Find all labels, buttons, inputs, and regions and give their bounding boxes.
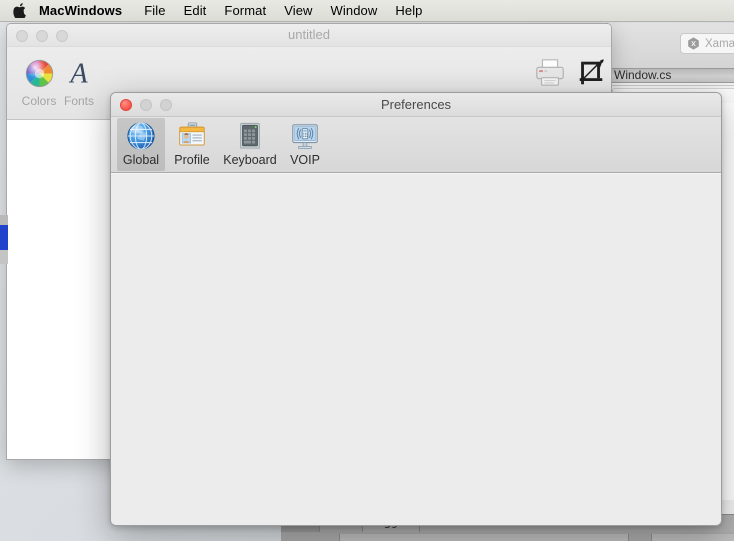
- xamarin-search-pill[interactable]: Xamar: [680, 33, 734, 54]
- font-a-icon: A: [51, 53, 107, 93]
- prefs-tab-label-keyboard: Keyboard: [223, 153, 277, 167]
- menu-item-format[interactable]: Format: [215, 0, 275, 22]
- preferences-content-pane[interactable]: [111, 173, 721, 525]
- voip-phone-icon: [289, 120, 321, 152]
- screen-root: Xamar Window.cs olo ew Mak inc oll ext t…: [0, 0, 734, 541]
- keypad-icon: [234, 120, 266, 152]
- prefs-tab-profile[interactable]: Profile: [167, 118, 217, 171]
- document-title: untitled: [288, 27, 330, 42]
- preferences-window[interactable]: Preferences Global Profile Keyboard VOIP: [110, 92, 722, 526]
- toolbar-label-fonts: Fonts: [63, 94, 94, 108]
- preferences-title: Preferences: [380, 97, 452, 112]
- crop-resize-icon: [563, 53, 611, 93]
- ide-tab-underline: [607, 85, 734, 86]
- menu-app-name[interactable]: MacWindows: [39, 0, 135, 22]
- left-scroll-track-top: [0, 215, 8, 225]
- preferences-titlebar[interactable]: Preferences: [111, 93, 721, 117]
- menu-bar: MacWindows File Edit Format View Window …: [0, 0, 734, 22]
- id-card-icon: [176, 120, 208, 152]
- ide-open-file-tab[interactable]: Window.cs: [614, 68, 671, 82]
- menu-item-window[interactable]: Window: [322, 0, 387, 22]
- left-scroll-thumb[interactable]: [0, 225, 8, 250]
- prefs-tab-label-voip: VOIP: [290, 153, 320, 167]
- prefs-tab-global[interactable]: Global: [117, 118, 165, 171]
- toolbar-button-fonts[interactable]: A Fonts: [51, 53, 107, 108]
- xamarin-hex-icon: [687, 37, 700, 50]
- svg-text:A: A: [68, 58, 88, 89]
- prefs-tab-voip[interactable]: VOIP: [283, 118, 327, 171]
- prefs-tab-label-profile: Profile: [174, 153, 210, 167]
- prefs-tab-label-global: Global: [122, 153, 160, 167]
- menu-item-view[interactable]: View: [275, 0, 321, 22]
- apple-logo-icon[interactable]: [12, 3, 26, 19]
- status-secondary-row: [339, 534, 629, 541]
- menu-item-file[interactable]: File: [135, 0, 174, 22]
- status-secondary-row: [651, 534, 734, 541]
- document-titlebar[interactable]: untitled: [7, 24, 611, 47]
- left-scroll-track-bottom: [0, 250, 8, 264]
- preferences-toolbar: Global Profile Keyboard VOIP: [111, 117, 721, 173]
- globe-icon: [125, 120, 157, 152]
- prefs-tab-keyboard[interactable]: Keyboard: [219, 118, 281, 171]
- xamarin-pill-label: Xamar: [705, 37, 734, 50]
- menu-item-help[interactable]: Help: [386, 0, 431, 22]
- menu-item-edit[interactable]: Edit: [175, 0, 216, 22]
